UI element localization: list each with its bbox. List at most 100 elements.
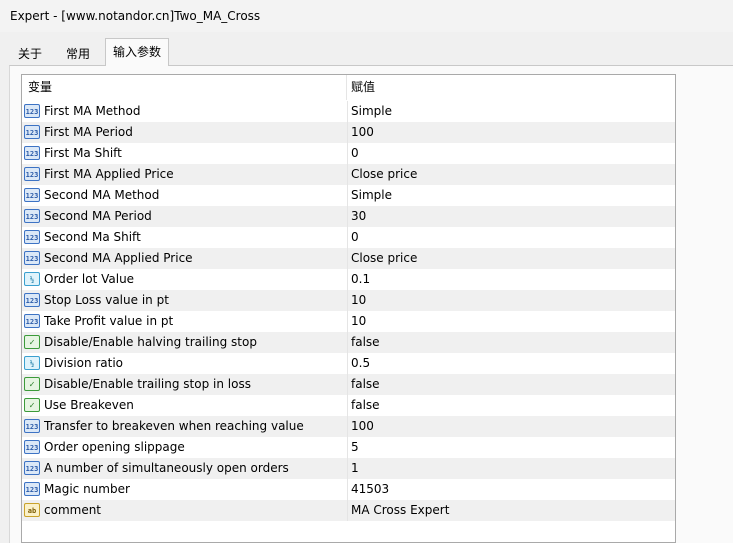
parameter-name: Order opening slippage — [44, 440, 185, 454]
parameter-value[interactable]: false — [351, 332, 671, 353]
integer-type-icon: 123 — [24, 440, 40, 454]
table-row[interactable]: 123 Second MA Applied Price Close price — [22, 248, 675, 269]
column-divider — [347, 269, 348, 290]
parameter-name: Stop Loss value in pt — [44, 293, 169, 307]
parameter-value[interactable]: Simple — [351, 101, 671, 122]
table-row[interactable]: 123 First Ma Shift 0 — [22, 143, 675, 164]
column-divider — [347, 479, 348, 500]
table-row[interactable]: 123 Second MA Method Simple — [22, 185, 675, 206]
column-divider — [347, 395, 348, 416]
column-divider — [347, 374, 348, 395]
tab-common[interactable]: 常用 — [58, 42, 98, 66]
parameter-value[interactable]: 100 — [351, 416, 671, 437]
table-row[interactable]: ½ Order lot Value 0.1 — [22, 269, 675, 290]
table-row[interactable]: ✓ Disable/Enable trailing stop in loss fal… — [22, 374, 675, 395]
column-divider — [347, 290, 348, 311]
column-divider — [347, 101, 348, 122]
tab-strip: 关于 常用 输入参数 — [0, 38, 733, 66]
integer-type-icon: 123 — [24, 314, 40, 328]
parameter-value[interactable]: Close price — [351, 248, 671, 269]
table-row[interactable]: 123 Second Ma Shift 0 — [22, 227, 675, 248]
parameter-name: First MA Period — [44, 125, 133, 139]
string-type-icon: ab — [24, 503, 40, 517]
table-row[interactable]: ab comment MA Cross Expert — [22, 500, 675, 521]
table-row[interactable]: ✓ Use Breakeven false — [22, 395, 675, 416]
column-header-variable[interactable]: 变量 — [22, 75, 347, 100]
parameter-name: First Ma Shift — [44, 146, 122, 160]
window-title: Expert - [www.notandor.cn]Two_MA_Cross — [10, 9, 261, 23]
grid-rows: 123 First MA Method Simple 123 First MA Peri… — [22, 101, 675, 521]
parameter-name: Second MA Applied Price — [44, 251, 193, 265]
integer-type-icon: 123 — [24, 167, 40, 181]
column-divider — [347, 164, 348, 185]
parameter-name: First MA Applied Price — [44, 167, 174, 181]
parameter-name: Order lot Value — [44, 272, 135, 286]
integer-type-icon: 123 — [24, 230, 40, 244]
boolean-type-icon: ✓ — [24, 335, 40, 349]
parameter-name: First MA Method — [44, 104, 141, 118]
tab-about[interactable]: 关于 — [10, 42, 50, 66]
parameter-value[interactable]: 5 — [351, 437, 671, 458]
table-row[interactable]: ½ Division ratio 0.5 — [22, 353, 675, 374]
parameter-name: Second MA Period — [44, 209, 152, 223]
integer-type-icon: 123 — [24, 146, 40, 160]
integer-type-icon: 123 — [24, 125, 40, 139]
integer-type-icon: 123 — [24, 104, 40, 118]
parameter-value[interactable]: 30 — [351, 206, 671, 227]
parameter-name: Disable/Enable halving trailing stop — [44, 335, 257, 349]
integer-type-icon: 123 — [24, 209, 40, 223]
integer-type-icon: 123 — [24, 482, 40, 496]
table-row[interactable]: 123 First MA Applied Price Close price — [22, 164, 675, 185]
integer-type-icon: 123 — [24, 188, 40, 202]
table-row[interactable]: 123 Stop Loss value in pt 10 — [22, 290, 675, 311]
window-title-bar: Expert - [www.notandor.cn]Two_MA_Cross — [0, 0, 733, 32]
table-row[interactable]: 123 Second MA Period 30 — [22, 206, 675, 227]
column-divider — [347, 206, 348, 227]
double-type-icon: ½ — [24, 356, 40, 370]
parameter-value[interactable]: 10 — [351, 290, 671, 311]
parameter-value[interactable]: 0 — [351, 227, 671, 248]
parameter-value[interactable]: 41503 — [351, 479, 671, 500]
table-row[interactable]: 123 Magic number 41503 — [22, 479, 675, 500]
boolean-type-icon: ✓ — [24, 398, 40, 412]
table-row[interactable]: 123 Take Profit value in pt 10 — [22, 311, 675, 332]
column-divider — [347, 185, 348, 206]
column-divider — [347, 122, 348, 143]
column-header-value[interactable]: 赋值 — [347, 75, 675, 100]
parameter-name: A number of simultaneously open orders — [44, 461, 289, 475]
column-divider — [347, 458, 348, 479]
parameter-value[interactable]: 100 — [351, 122, 671, 143]
parameter-value[interactable]: MA Cross Expert — [351, 500, 671, 521]
table-row[interactable]: 123 A number of simultaneously open order… — [22, 458, 675, 479]
parameter-value[interactable]: false — [351, 374, 671, 395]
table-row[interactable]: 123 Transfer to breakeven when reaching v… — [22, 416, 675, 437]
column-divider — [347, 248, 348, 269]
inputs-grid: 变量 赋值 123 First MA Method Simple 123 First M… — [21, 74, 676, 543]
grid-header: 变量 赋值 — [22, 75, 675, 100]
parameter-value[interactable]: 0.1 — [351, 269, 671, 290]
column-divider — [347, 311, 348, 332]
parameter-value[interactable]: 0.5 — [351, 353, 671, 374]
tab-inputs[interactable]: 输入参数 — [105, 38, 170, 66]
parameter-name: Disable/Enable trailing stop in loss — [44, 377, 251, 391]
table-row[interactable]: 123 First MA Method Simple — [22, 101, 675, 122]
parameter-name: Magic number — [44, 482, 130, 496]
column-divider — [347, 143, 348, 164]
integer-type-icon: 123 — [24, 419, 40, 433]
parameter-value[interactable]: Simple — [351, 185, 671, 206]
parameter-value[interactable]: 0 — [351, 143, 671, 164]
integer-type-icon: 123 — [24, 461, 40, 475]
parameter-value[interactable]: Close price — [351, 164, 671, 185]
table-row[interactable]: ✓ Disable/Enable halving trailing stop fal… — [22, 332, 675, 353]
boolean-type-icon: ✓ — [24, 377, 40, 391]
parameter-value[interactable]: 10 — [351, 311, 671, 332]
integer-type-icon: 123 — [24, 293, 40, 307]
table-row[interactable]: 123 First MA Period 100 — [22, 122, 675, 143]
parameter-name: Transfer to breakeven when reaching valu… — [44, 419, 304, 433]
table-row[interactable]: 123 Order opening slippage 5 — [22, 437, 675, 458]
parameter-value[interactable]: false — [351, 395, 671, 416]
parameter-value[interactable]: 1 — [351, 458, 671, 479]
double-type-icon: ½ — [24, 272, 40, 286]
column-divider — [347, 500, 348, 521]
parameter-name: comment — [44, 503, 102, 517]
